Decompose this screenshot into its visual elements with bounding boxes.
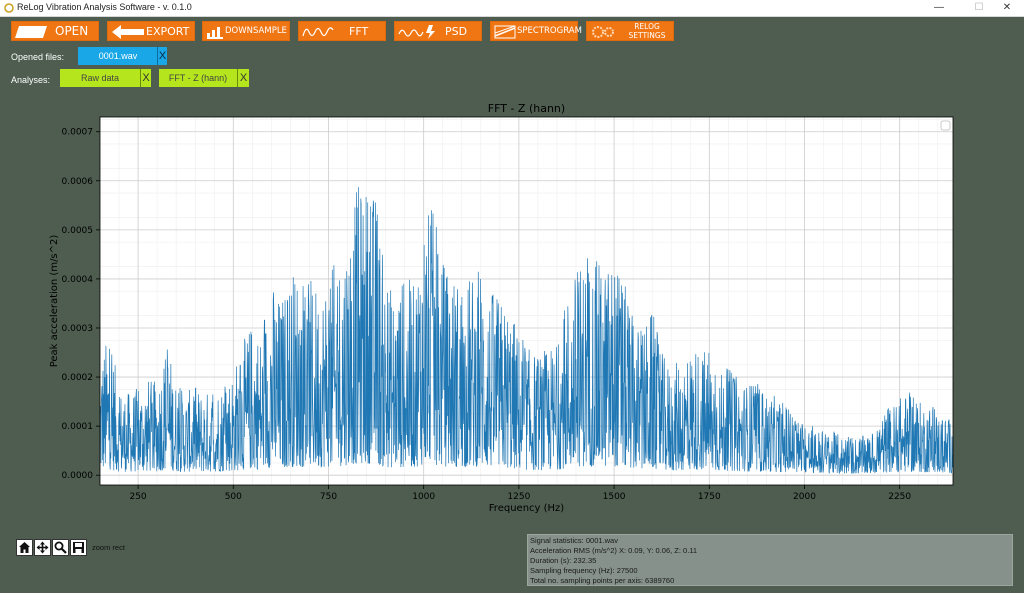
downsample-icon bbox=[207, 27, 223, 39]
x-tick-label: 250 bbox=[129, 492, 146, 502]
y-axis-label: Peak acceleration (m/s^2) bbox=[49, 235, 60, 368]
plot-nav-toolbar bbox=[16, 539, 88, 557]
x-tick-label: 500 bbox=[225, 492, 242, 502]
signal-stats-panel: Signal statistics: 0001.wav Acceleration… bbox=[527, 534, 1013, 586]
folder-icon bbox=[15, 26, 47, 38]
analysis-chip-raw[interactable]: Raw data bbox=[60, 69, 140, 87]
save-figure-button[interactable] bbox=[70, 539, 87, 556]
export-label: EXPORT bbox=[146, 24, 190, 38]
close-button[interactable]: ✕ bbox=[990, 0, 1024, 16]
stats-line-2: Acceleration RMS (m/s^2) X: 0.09, Y: 0.0… bbox=[530, 546, 698, 555]
x-axis-label: Frequency (Hz) bbox=[489, 503, 565, 514]
relog-settings-line2: SETTINGS bbox=[628, 31, 666, 40]
relog-settings-button[interactable]: RELOG SETTINGS bbox=[586, 21, 674, 41]
x-tick-label: 1500 bbox=[603, 492, 626, 502]
chart-title: FFT - Z (hann) bbox=[488, 102, 565, 115]
analyses-label: Analyses: bbox=[11, 75, 51, 85]
analysis-close-fft[interactable]: X bbox=[237, 69, 249, 87]
stats-line-5: Total no. sampling points per axis: 6389… bbox=[530, 576, 675, 585]
y-tick-label: 0.0007 bbox=[62, 128, 94, 138]
pan-button[interactable] bbox=[34, 539, 51, 556]
x-tick-label: 2250 bbox=[888, 492, 911, 502]
wave-icon bbox=[302, 27, 334, 37]
export-button[interactable]: EXPORT bbox=[107, 21, 195, 41]
y-tick-label: 0.0000 bbox=[62, 471, 94, 481]
spectrogram-button[interactable]: SPECTROGRAM bbox=[490, 21, 582, 41]
fft-label: FFT bbox=[349, 24, 369, 38]
minimize-button[interactable]: — bbox=[922, 0, 956, 16]
home-icon bbox=[19, 542, 30, 553]
downsample-button[interactable]: DOWNSAMPLE bbox=[202, 21, 290, 41]
magnifier-icon bbox=[54, 541, 67, 554]
opened-files-label: Opened files: bbox=[11, 52, 65, 62]
y-tick-label: 0.0001 bbox=[62, 422, 94, 432]
psd-button[interactable]: PSD bbox=[394, 21, 482, 41]
home-button[interactable] bbox=[16, 539, 33, 556]
stats-line-3: Duration (s): 232.35 bbox=[530, 556, 597, 565]
relog-settings-line1: RELOG bbox=[634, 22, 660, 31]
window-title: ReLog Vibration Analysis Software - v. 0… bbox=[17, 2, 192, 12]
spectrogram-icon bbox=[494, 25, 516, 39]
y-tick-label: 0.0006 bbox=[62, 177, 94, 187]
legend-box bbox=[940, 120, 951, 131]
open-button[interactable]: OPEN bbox=[11, 21, 99, 41]
relog-settings-label: RELOG SETTINGS bbox=[627, 22, 667, 40]
x-tick-label: 1750 bbox=[698, 492, 721, 502]
y-tick-label: 0.0002 bbox=[62, 373, 94, 383]
y-tick-label: 0.0004 bbox=[62, 275, 94, 285]
stats-line-1: Signal statistics: 0001.wav bbox=[530, 536, 618, 545]
fft-button[interactable]: FFT bbox=[298, 21, 386, 41]
zoom-button[interactable] bbox=[52, 539, 69, 556]
x-tick-label: 1000 bbox=[412, 492, 435, 502]
move-icon bbox=[36, 541, 49, 554]
floppy-icon bbox=[73, 542, 84, 553]
y-tick-label: 0.0003 bbox=[62, 324, 94, 334]
spectrogram-label: SPECTROGRAM bbox=[517, 26, 582, 36]
file-close-button[interactable]: X bbox=[157, 47, 167, 65]
psd-label: PSD bbox=[445, 24, 468, 38]
arrow-left-icon bbox=[112, 25, 144, 39]
app-logo-icon bbox=[4, 3, 14, 13]
title-bar: ReLog Vibration Analysis Software - v. 0… bbox=[0, 0, 1024, 17]
x-tick-label: 1250 bbox=[507, 492, 530, 502]
fft-chart[interactable]: 250 500 750 1000 1250 1500 1750 2000 2250 0.0000 0… bbox=[0, 95, 1024, 535]
open-label: OPEN bbox=[55, 24, 89, 38]
x-tick-label: 750 bbox=[320, 492, 337, 502]
file-chip[interactable]: 0001.wav bbox=[78, 47, 158, 65]
stats-line-4: Sampling frequency (Hz): 27500 bbox=[530, 566, 638, 575]
analysis-close-raw[interactable]: X bbox=[140, 69, 151, 87]
y-tick-label: 0.0005 bbox=[62, 226, 94, 236]
nav-mode-label: zoom rect bbox=[92, 543, 125, 552]
gears-icon bbox=[592, 26, 614, 38]
x-tick-label: 2000 bbox=[793, 492, 816, 502]
wave-bolt-icon bbox=[398, 25, 435, 39]
analysis-chip-fft[interactable]: FFT - Z (hann) bbox=[159, 69, 237, 87]
downsample-label: DOWNSAMPLE bbox=[225, 26, 287, 36]
